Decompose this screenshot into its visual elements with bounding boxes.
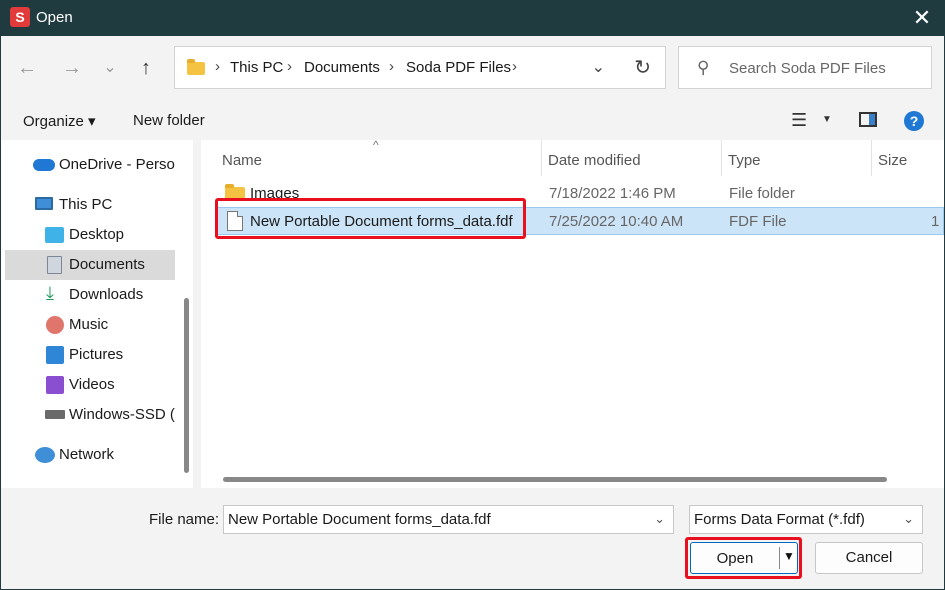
file-type-value: Forms Data Format (*.fdf) — [694, 511, 865, 528]
open-button-divider — [779, 547, 780, 569]
organize-button[interactable]: Organize ▾ — [23, 112, 96, 130]
preview-pane-icon[interactable] — [859, 112, 877, 127]
drive-icon — [45, 410, 65, 419]
breadcrumb-separator: › — [512, 58, 517, 75]
sidebar-item-documents[interactable]: Documents — [5, 250, 175, 280]
network-icon — [35, 447, 55, 463]
cloud-icon — [33, 159, 55, 171]
folder-icon — [187, 59, 205, 75]
sidebar-item-label: This PC — [59, 196, 113, 213]
breadcrumb-separator: › — [215, 58, 220, 75]
window-title: Open — [36, 9, 73, 26]
sidebar-item-label: Documents — [69, 256, 145, 273]
sidebar-item-label: Desktop — [69, 226, 125, 243]
cancel-button[interactable]: Cancel — [815, 542, 923, 574]
desktop-icon — [45, 227, 64, 243]
sidebar-item-label: Music — [69, 316, 109, 333]
sidebar-item-network[interactable]: Network — [5, 440, 175, 470]
file-type: FDF File — [729, 213, 787, 230]
open-options-caret-icon[interactable]: ▼ — [783, 549, 795, 563]
column-divider[interactable] — [871, 140, 872, 176]
file-date: 7/25/2022 10:40 AM — [549, 213, 684, 230]
column-header-name[interactable]: Name — [222, 152, 262, 169]
file-size: 1 — [931, 213, 940, 230]
toolbar: Organize ▾ New folder ☰ ▼ ? — [1, 102, 944, 140]
file-list: ^ Name Date modified Type Size Images 7/… — [201, 138, 944, 488]
recent-locations-chevron-icon[interactable]: ⌄ — [96, 54, 124, 82]
chevron-down-icon[interactable]: ⌄ — [903, 511, 914, 527]
file-type: File folder — [729, 185, 795, 202]
column-divider[interactable] — [541, 140, 542, 176]
back-arrow-icon[interactable]: ← — [13, 54, 41, 82]
chevron-down-icon[interactable]: ⌄ — [654, 511, 665, 527]
search-box[interactable]: ⚲ Search Soda PDF Files — [678, 46, 932, 89]
new-folder-button[interactable]: New folder — [133, 112, 205, 129]
column-divider[interactable] — [721, 140, 722, 176]
column-header-date-modified[interactable]: Date modified — [548, 152, 641, 169]
sidebar-item-windows-ssd[interactable]: Windows-SSD (C:) — [5, 400, 175, 430]
sidebar-item-label: Windows-SSD (C:) — [69, 406, 175, 423]
navigation-scrollbar[interactable] — [184, 298, 189, 473]
file-date: 7/18/2022 1:46 PM — [549, 185, 676, 202]
sidebar-item-label: Videos — [69, 376, 115, 393]
sidebar-item-videos[interactable]: Videos — [5, 370, 175, 400]
file-name-field[interactable]: New Portable Document forms_data.fdf ⌄ — [223, 505, 674, 534]
breadcrumb-this-pc[interactable]: This PC — [230, 59, 283, 76]
search-input[interactable]: Search Soda PDF Files — [729, 60, 886, 77]
sidebar-item-label: Downloads — [69, 286, 144, 303]
file-name-label: File name: — [149, 511, 220, 528]
address-dropdown-chevron-icon[interactable]: ⌄ — [592, 57, 605, 77]
pictures-icon — [46, 346, 64, 364]
sidebar-item-desktop[interactable]: Desktop — [5, 220, 175, 250]
column-header-size[interactable]: Size — [878, 152, 907, 169]
sort-ascending-icon: ^ — [373, 138, 379, 152]
selected-file-highlight — [215, 198, 526, 239]
horizontal-scrollbar[interactable] — [223, 477, 887, 482]
forward-arrow-icon[interactable]: → — [58, 54, 86, 82]
navigation-pane: OneDrive - Personal This PC Desktop Docu… — [1, 140, 193, 488]
soda-pdf-app-icon: S — [10, 7, 30, 27]
close-button[interactable]: ✕ — [899, 0, 945, 36]
documents-icon — [47, 256, 62, 274]
help-icon[interactable]: ? — [904, 111, 924, 131]
view-options-caret-icon[interactable]: ▼ — [822, 114, 832, 125]
breadcrumb-separator: › — [287, 58, 292, 75]
breadcrumb-documents[interactable]: Documents — [304, 59, 380, 76]
breadcrumb-soda-pdf-files[interactable]: Soda PDF Files — [406, 59, 511, 76]
sidebar-item-music[interactable]: Music — [5, 310, 175, 340]
refresh-icon[interactable]: ↻ — [634, 55, 651, 80]
sidebar-item-label: Pictures — [69, 346, 124, 363]
sidebar-item-onedrive[interactable]: OneDrive - Personal — [5, 150, 175, 180]
column-header-type[interactable]: Type — [728, 152, 761, 169]
title-bar: S Open ✕ — [0, 0, 945, 36]
sidebar-item-label: Network — [59, 446, 115, 463]
music-icon — [46, 316, 64, 334]
address-bar[interactable]: › This PC › Documents › Soda PDF Files ›… — [174, 46, 666, 89]
breadcrumb-separator: › — [389, 58, 394, 75]
sidebar-item-this-pc[interactable]: This PC — [5, 190, 175, 220]
file-type-select[interactable]: Forms Data Format (*.fdf) ⌄ — [689, 505, 923, 534]
search-icon: ⚲ — [697, 58, 710, 77]
sidebar-item-downloads[interactable]: ⤓ Downloads — [5, 280, 175, 310]
download-icon: ⤓ — [46, 283, 54, 303]
file-name-value: New Portable Document forms_data.fdf — [228, 511, 491, 528]
open-button-label: Open — [716, 550, 754, 567]
computer-icon — [35, 197, 53, 210]
videos-icon — [46, 376, 64, 394]
up-arrow-icon[interactable]: ↑ — [132, 54, 160, 82]
open-dialog: ← → ⌄ ↑ › This PC › Documents › Soda PDF… — [1, 36, 944, 589]
sidebar-item-label: OneDrive - Personal — [59, 156, 175, 173]
view-list-icon[interactable]: ☰ — [791, 110, 807, 131]
open-button[interactable]: Open ▼ — [690, 542, 798, 574]
sidebar-item-pictures[interactable]: Pictures — [5, 340, 175, 370]
